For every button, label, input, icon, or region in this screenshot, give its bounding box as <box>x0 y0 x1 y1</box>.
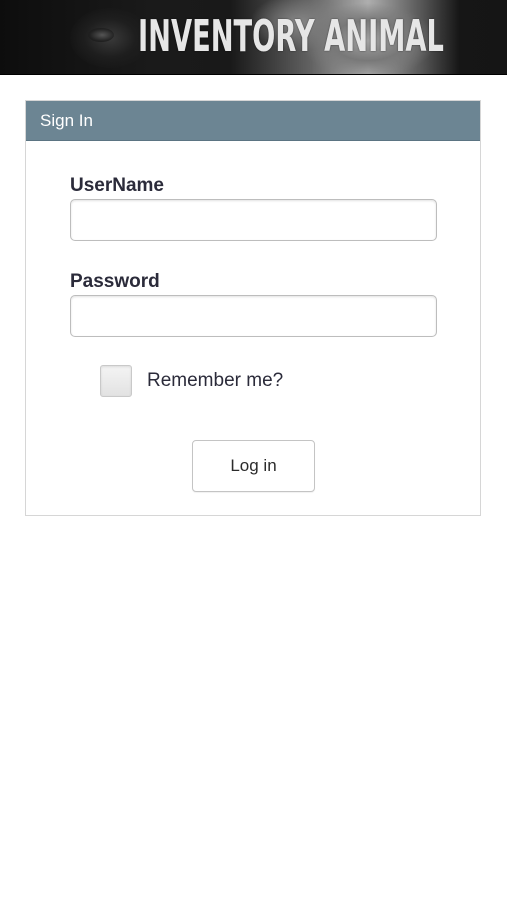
remember-me-checkbox[interactable] <box>100 365 132 397</box>
signin-panel: Sign In UserName Password Remember me? L… <box>25 100 481 516</box>
logo-text: INVENTORY ANIMAL <box>138 11 444 62</box>
remember-me-row[interactable]: Remember me? <box>100 364 283 398</box>
password-label: Password <box>70 271 160 292</box>
remember-me-label[interactable]: Remember me? <box>147 370 283 392</box>
panel-title: Sign In <box>26 101 480 141</box>
eye-icon <box>88 28 114 42</box>
header-banner: INVENTORY ANIMAL <box>0 0 507 75</box>
username-input[interactable] <box>70 199 437 241</box>
username-label: UserName <box>70 175 164 196</box>
password-input[interactable] <box>70 295 437 337</box>
login-button[interactable]: Log in <box>192 440 315 492</box>
